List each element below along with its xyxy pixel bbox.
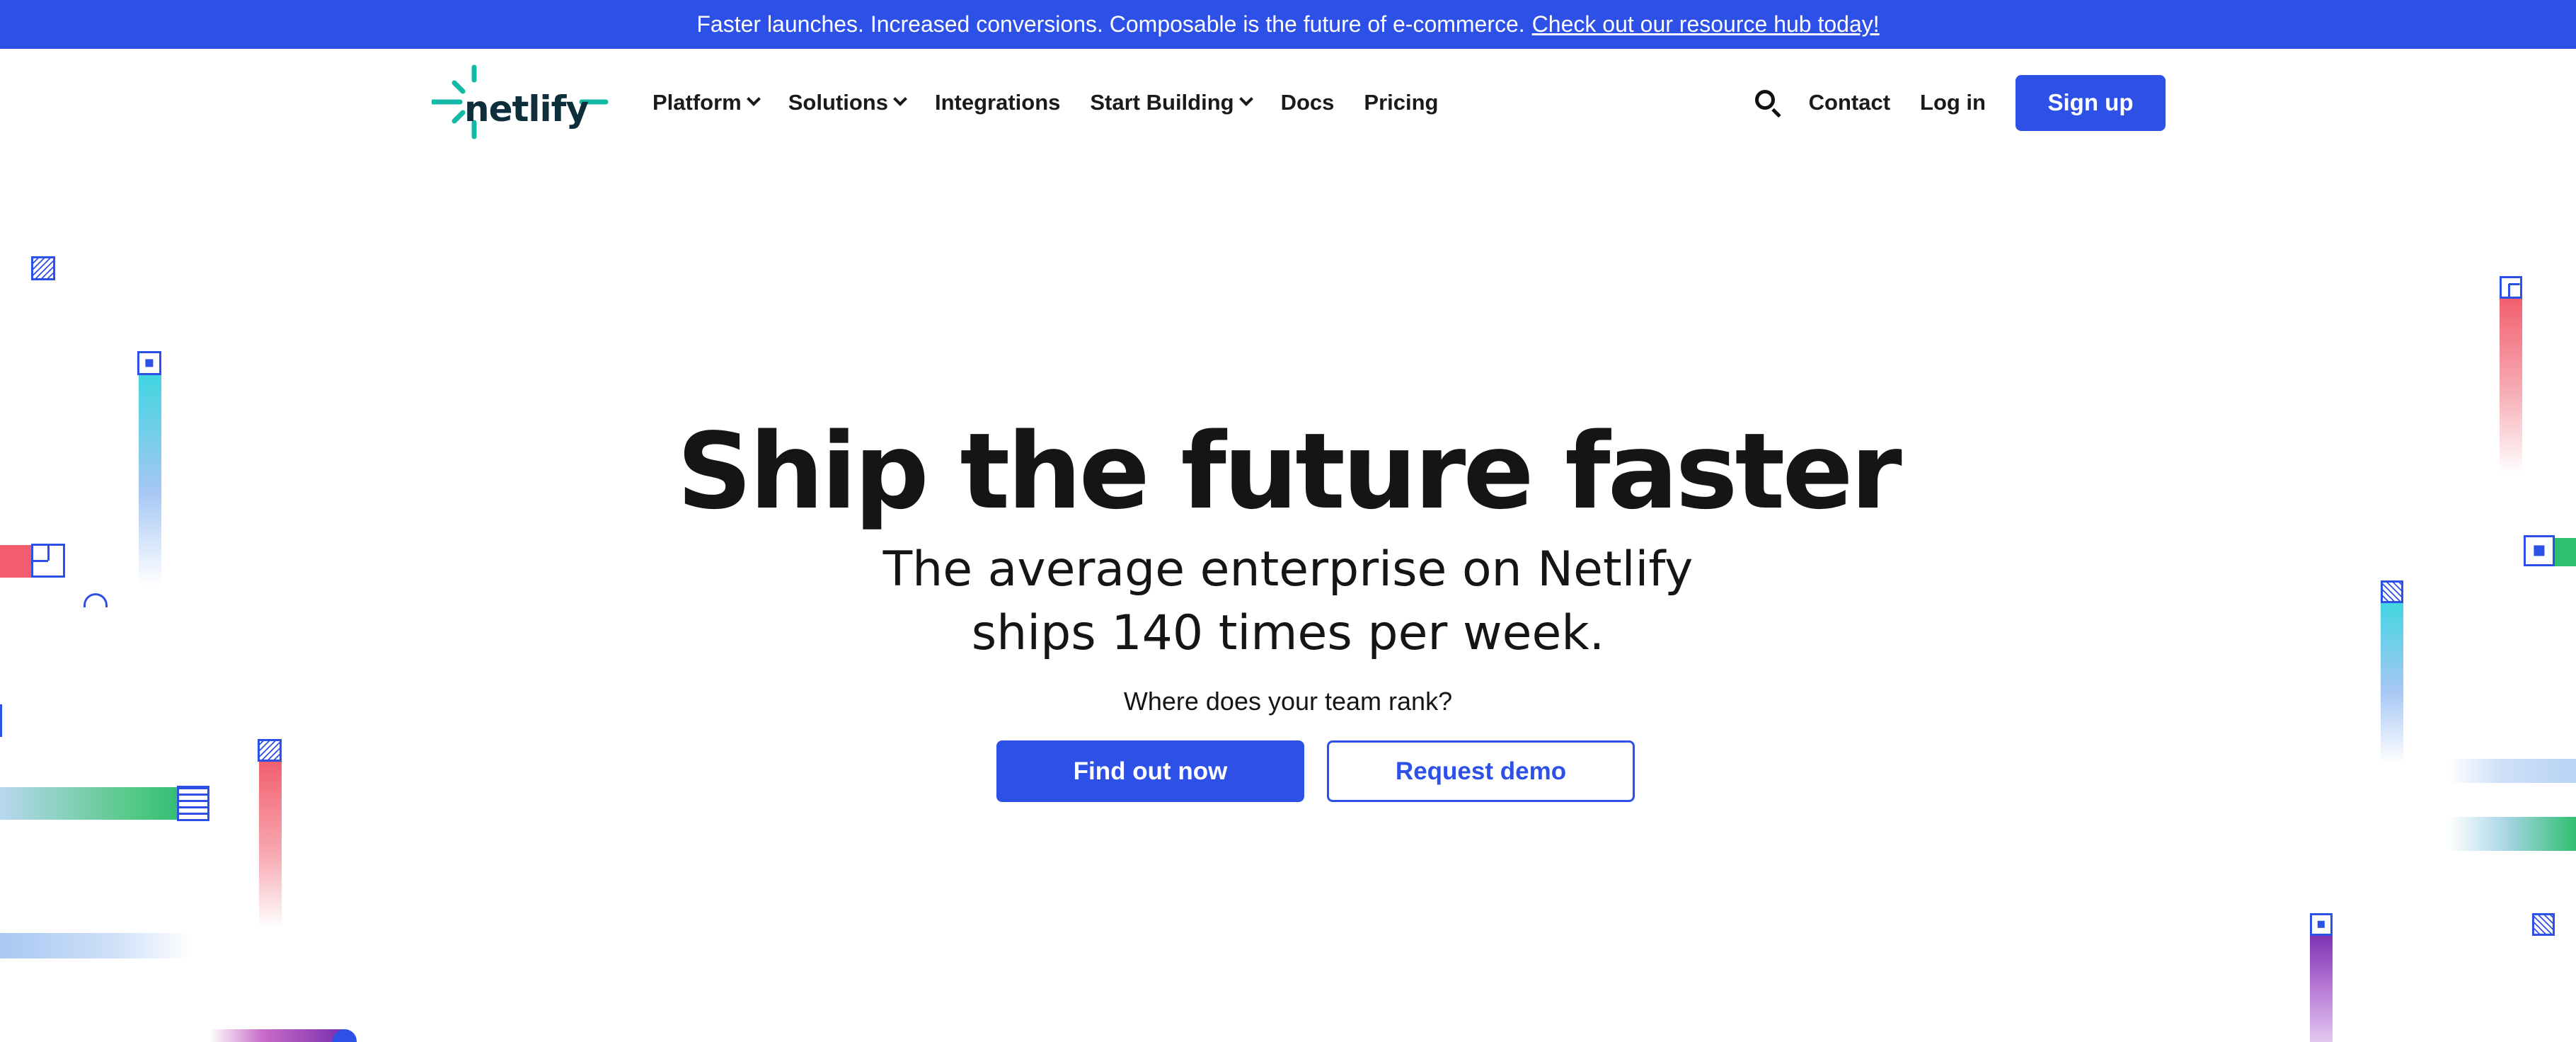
- decor-red-vertical-bar: [2500, 297, 2522, 474]
- decor-cyan-bar: [2381, 600, 2403, 763]
- hero-cta-row: Find out now Request demo: [996, 740, 1635, 802]
- decor-dot-square: [137, 351, 161, 375]
- decor-outline-square: [2500, 276, 2522, 299]
- decor-green-bar: [2555, 538, 2576, 566]
- nav-integrations[interactable]: Integrations: [935, 90, 1060, 115]
- site-header: netlify Platform Solutions Integrations …: [0, 49, 2576, 156]
- decor-dot-square: [2524, 535, 2555, 566]
- nav-label: Start Building: [1090, 90, 1234, 115]
- hero-question: Where does your team rank?: [1123, 687, 1453, 716]
- decor-purple-bar: [209, 1029, 344, 1042]
- decor-hatched-square: [2381, 580, 2403, 603]
- hero-subtitle-line1: The average enterprise on Netlify: [882, 542, 1694, 597]
- signup-button[interactable]: Sign up: [2016, 74, 2166, 131]
- nav-label: Solutions: [788, 90, 888, 115]
- decor-cyan-bar: [139, 374, 161, 586]
- decor-dot-square: [2310, 913, 2333, 936]
- find-out-now-button[interactable]: Find out now: [996, 740, 1304, 802]
- logo-text: netlify: [464, 88, 589, 130]
- decor-blue-fade-bar: [2449, 759, 2576, 783]
- decor-hatched-square: [258, 739, 282, 762]
- chevron-down-icon: [1238, 92, 1253, 106]
- hero-subtitle-line2: ships 140 times per week.: [971, 605, 1605, 661]
- decor-red-bar: [0, 545, 35, 578]
- banner-text: Faster launches. Increased conversions. …: [696, 11, 1525, 37]
- decor-blue-fade-bar: [0, 933, 191, 958]
- hero-subtitle: The average enterprise on Netlify ships …: [0, 538, 2576, 665]
- decor-green-fade-bar: [2449, 817, 2576, 851]
- login-link[interactable]: Log in: [1920, 90, 1986, 115]
- nav-solutions[interactable]: Solutions: [788, 90, 907, 115]
- request-demo-button[interactable]: Request demo: [1327, 740, 1635, 802]
- decor-hatched-square: [2532, 913, 2555, 936]
- header-actions: Contact Log in Sign up: [1754, 49, 2166, 156]
- nav-docs[interactable]: Docs: [1281, 90, 1335, 115]
- announcement-banner: Faster launches. Increased conversions. …: [0, 0, 2576, 49]
- nav-start-building[interactable]: Start Building: [1090, 90, 1253, 115]
- chevron-down-icon: [746, 92, 761, 106]
- nav-label: Integrations: [934, 90, 1061, 115]
- decor-purple-vertical-bar: [2310, 933, 2333, 1042]
- nav-platform[interactable]: Platform: [652, 90, 761, 115]
- search-icon[interactable]: [1754, 88, 1782, 118]
- decor-lined-square: [177, 786, 209, 821]
- decor-green-bar: [0, 787, 181, 820]
- logo[interactable]: netlify: [432, 64, 609, 142]
- decor-outline-square: [31, 544, 65, 578]
- decor-small-tick: [0, 704, 2, 737]
- decor-red-vertical-bar: [259, 759, 282, 929]
- banner-link[interactable]: Check out our resource hub today!: [1532, 11, 1880, 38]
- hero-title: Ship the future faster: [677, 411, 1902, 532]
- contact-link[interactable]: Contact: [1809, 90, 1890, 115]
- nav-label: Pricing: [1364, 90, 1439, 115]
- main-nav: Platform Solutions Integrations Start Bu…: [652, 49, 1468, 156]
- nav-label: Docs: [1280, 90, 1335, 115]
- chevron-down-icon: [893, 92, 907, 106]
- decor-hatched-square: [31, 256, 55, 280]
- nav-label: Platform: [652, 90, 742, 115]
- nav-pricing[interactable]: Pricing: [1364, 90, 1438, 115]
